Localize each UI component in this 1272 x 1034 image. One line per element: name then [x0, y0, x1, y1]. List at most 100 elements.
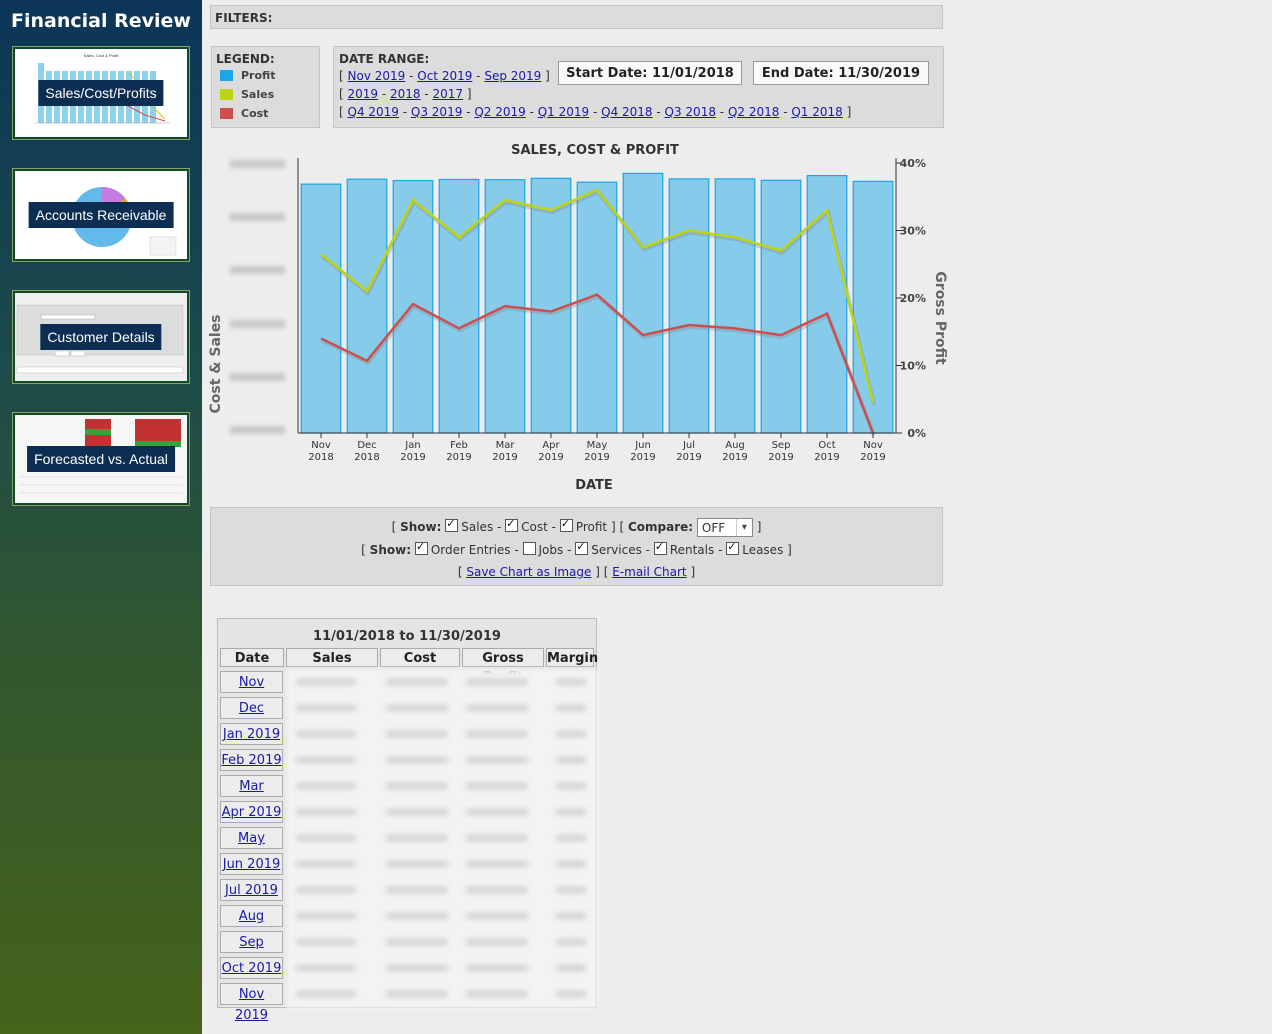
- legend-swatch: [220, 89, 233, 100]
- obscured-tick-label: [230, 160, 285, 168]
- row-date-link[interactable]: Feb 2019: [221, 753, 281, 768]
- column-header-cost: Cost: [380, 648, 460, 667]
- obscured-tick-label: [230, 266, 285, 274]
- legend-title: LEGEND:: [216, 52, 275, 66]
- x-tick-label: Mar: [496, 440, 516, 451]
- row-date-link[interactable]: Oct 2019: [222, 961, 282, 976]
- services-checkbox[interactable]: [575, 540, 589, 555]
- profit-bar: [438, 178, 480, 434]
- show-label: Show:: [369, 543, 411, 557]
- legend-item-cost: Cost: [220, 107, 268, 120]
- x-tick-label: Nov: [311, 440, 331, 451]
- save-chart-link[interactable]: Save Chart as Image: [466, 565, 591, 579]
- table-row-date: Jul 2019: [220, 879, 283, 901]
- x-tick-label: Oct: [818, 440, 835, 451]
- sidebar-item-customer-details[interactable]: Customer Details: [13, 291, 189, 383]
- row-date-link[interactable]: Jan 2019: [223, 727, 280, 742]
- range-link-q4-2018[interactable]: Q4 2018: [601, 105, 652, 119]
- sidebar-item-forecasted-vs-actual[interactable]: Forecasted vs. Actual: [13, 413, 189, 505]
- range-link-q4-2019[interactable]: Q4 2019: [348, 105, 399, 119]
- obscured-cell-value: [386, 965, 448, 971]
- compare-label: Compare:: [627, 520, 694, 534]
- sidebar-item-sales-cost-profits[interactable]: Sales, Cost & Profit Sales/Cost/Profits: [13, 47, 189, 139]
- leases-checkbox[interactable]: [726, 540, 740, 555]
- obscured-cell-value: [296, 705, 356, 711]
- obscured-cell-value: [386, 757, 448, 763]
- range-link-nov-2019[interactable]: Nov 2019: [348, 69, 406, 83]
- x-tick-label: Aug: [725, 440, 745, 451]
- obscured-cell-value: [466, 939, 528, 945]
- date-range-panel: DATE RANGE: [ Nov 2019 - Oct 2019 - Sep …: [333, 46, 944, 128]
- legend-item-sales: Sales: [220, 88, 274, 101]
- compare-select[interactable]: OFF ▾: [696, 518, 753, 537]
- row-date-link[interactable]: Jun 2019: [223, 857, 281, 872]
- order-entries-checkbox[interactable]: [414, 540, 428, 555]
- range-link-q3-2019[interactable]: Q3 2019: [411, 105, 462, 119]
- x-tick-label-year: 2018: [308, 452, 333, 463]
- chart-controls-panel: [ Show: Sales - Cost - Profit ] [ Compar…: [210, 507, 943, 586]
- sales-checkbox[interactable]: [445, 517, 459, 532]
- range-link-sep-2019[interactable]: Sep 2019: [484, 69, 541, 83]
- obscured-cell-value: [466, 861, 528, 867]
- obscured-cell-value: [466, 783, 528, 789]
- sidebar-item-label: Customer Details: [40, 324, 162, 350]
- range-link-2018[interactable]: 2018: [390, 87, 421, 101]
- x-tick-label: Jul: [682, 440, 695, 451]
- obscured-cell-value: [466, 887, 528, 893]
- start-date-button[interactable]: Start Date: 11/01/2018: [558, 61, 742, 85]
- range-link-q3-2018[interactable]: Q3 2018: [665, 105, 716, 119]
- row-date-link[interactable]: Jul 2019: [225, 883, 278, 898]
- obscured-cell-value: [556, 887, 586, 893]
- summary-table: 11/01/2018 to 11/30/2019 Date Sales Cost…: [217, 618, 598, 1023]
- column-header-gross-profit: Gross Profit: [462, 648, 544, 685]
- legend-label: Cost: [241, 107, 269, 120]
- x-tick-label-year: 2019: [630, 452, 655, 463]
- obscured-cell-value: [296, 809, 356, 815]
- obscured-cell-value: [466, 679, 528, 685]
- rentals-checkbox[interactable]: [653, 540, 667, 555]
- obscured-cell-value: [466, 757, 528, 763]
- obscured-cell-value: [296, 757, 356, 763]
- obscured-cell-value: [386, 809, 448, 815]
- range-link-q1-2019[interactable]: Q1 2019: [538, 105, 589, 119]
- obscured-cell-value: [296, 861, 356, 867]
- obscured-cell-value: [466, 809, 528, 815]
- left-axis-ticks-obscured: [230, 160, 285, 434]
- cost-toggle-label: Cost: [521, 520, 548, 534]
- quarter-links: [ Q4 2019 - Q3 2019 - Q2 2019 - Q1 2019 …: [339, 105, 852, 119]
- show-label: Show:: [400, 520, 442, 534]
- category-toggle-row: [ Show: Order Entries - Jobs - Services …: [211, 540, 942, 557]
- obscured-tick-label: [230, 426, 285, 434]
- x-tick-label-year: 2019: [722, 452, 747, 463]
- legend-label: Profit: [241, 69, 276, 82]
- profit-checkbox[interactable]: [559, 517, 573, 532]
- row-date-link[interactable]: Apr 2019: [222, 805, 282, 820]
- obscured-cell-value: [386, 679, 448, 685]
- x-tick-label: Dec: [357, 440, 376, 451]
- y2-tick-label: 20%: [900, 292, 926, 305]
- range-link-q2-2019[interactable]: Q2 2019: [474, 105, 525, 119]
- end-date-button[interactable]: End Date: 11/30/2019: [753, 61, 929, 85]
- obscured-tick-label: [230, 320, 285, 328]
- x-tick-labels: Nov2018Dec2018Jan2019Feb2019Mar2019Apr20…: [308, 433, 886, 463]
- obscured-cell-value: [556, 757, 586, 763]
- x-tick-label: Apr: [542, 440, 560, 451]
- row-date-link[interactable]: Nov 2019: [235, 987, 268, 1023]
- jobs-checkbox[interactable]: [522, 542, 536, 555]
- obscured-cell-value: [296, 835, 356, 841]
- sidebar: Financial Review Sales, Cost & Profit Sa…: [0, 0, 202, 1034]
- sidebar-item-accounts-receivable[interactable]: Accounts Receivable: [13, 169, 189, 261]
- filters-bar[interactable]: FILTERS:: [210, 5, 943, 29]
- y2-tick-label: 0%: [907, 427, 926, 440]
- email-chart-link[interactable]: E-mail Chart: [612, 565, 686, 579]
- range-link-2019[interactable]: 2019: [348, 87, 379, 101]
- cost-checkbox[interactable]: [505, 517, 519, 532]
- range-link-2017[interactable]: 2017: [433, 87, 464, 101]
- obscured-cell-value: [556, 731, 586, 737]
- range-link-q2-2018[interactable]: Q2 2018: [728, 105, 779, 119]
- range-link-oct-2019[interactable]: Oct 2019: [417, 69, 472, 83]
- legend-panel: LEGEND: Profit Sales Cost: [211, 46, 320, 128]
- x-tick-label: Sep: [772, 440, 791, 451]
- range-link-q1-2018[interactable]: Q1 2018: [791, 105, 842, 119]
- table-row-date: Nov 2018: [220, 671, 283, 711]
